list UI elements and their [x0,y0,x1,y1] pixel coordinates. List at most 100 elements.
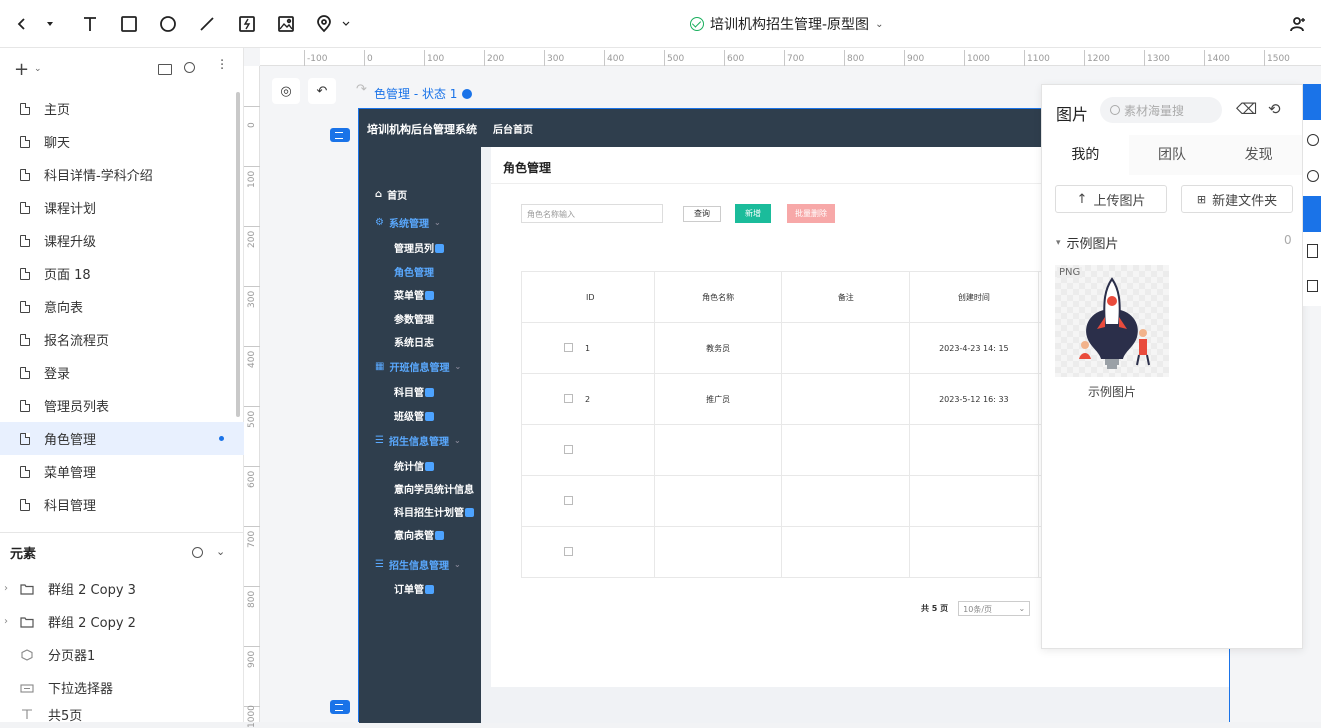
page-item-label: 管理员列表 [44,400,110,415]
add-page-chevron-icon[interactable]: ⌄ [34,64,42,74]
element-item[interactable]: 下拉选择器 [0,671,244,704]
add-button[interactable]: 新增 [735,204,771,223]
menu-subject[interactable]: 科目管 [394,384,434,399]
component-icon[interactable] [1303,124,1321,160]
menu-home[interactable]: ⌂ 首页 [375,187,407,202]
more-menu-icon[interactable]: · · · [220,55,224,76]
menu-intent-stats[interactable]: 意向学员统计信息 [394,481,474,496]
chevron-down-icon: ⌄ [454,362,462,371]
new-folder-button[interactable]: ⊞ 新建文件夹 [1181,185,1293,213]
line-tool-icon[interactable] [195,12,219,36]
page-item-active[interactable]: 角色管理 [0,422,244,455]
row-checkbox[interactable] [564,496,573,505]
menu-orders[interactable]: 订单管 [394,581,434,596]
document-title[interactable]: 培训机构招生管理-原型图 ⌄ [690,14,883,34]
image-tool-icon[interactable] [274,12,298,36]
elements-search-icon[interactable] [192,547,203,558]
tab-mine[interactable]: 我的 [1042,135,1129,175]
page-template-icon[interactable] [1303,234,1321,270]
batch-delete-button[interactable]: 批量删除 [787,204,835,223]
emoji-icon[interactable] [1303,160,1321,196]
page-item[interactable]: 登录 [0,356,244,389]
page-item[interactable]: 意向表 [0,290,244,323]
chevron-down-icon[interactable] [334,12,358,36]
dropdown-arrow-icon[interactable] [38,12,62,36]
menu-orders-label: 订单管 [394,585,424,596]
badge-icon [425,462,434,471]
pages-scrollbar[interactable] [236,92,240,417]
page-item[interactable]: 页面 18 [0,257,244,290]
page-item[interactable]: 管理员列表 [0,389,244,422]
page-item[interactable]: 课程计划 [0,191,244,224]
tab-discover[interactable]: 发现 [1215,135,1303,175]
menu-intent-table[interactable]: 意向表管 [394,527,444,542]
element-item[interactable]: › 群组 2 Copy 3 [0,572,244,605]
expand-caret-icon[interactable]: › [4,616,18,627]
element-item[interactable]: 共5页 [0,704,244,724]
menu-sys-log[interactable]: 系统日志 [394,334,434,349]
row-checkbox[interactable] [564,445,573,454]
element-item[interactable]: › 群组 2 Copy 2 [0,605,244,638]
element-item[interactable]: 分页器1 [0,638,244,671]
image-thumbnail[interactable]: PNG [1055,265,1169,377]
page-item[interactable]: 聊天 [0,125,244,158]
menu-subject-plan[interactable]: 科目招生计划管 [394,504,474,519]
menu-system[interactable]: ⚙ 系统管理 ⌄ [375,215,441,230]
app-nav-home[interactable]: 后台首页 [493,121,533,136]
menu-role-mgmt[interactable]: 角色管理 [394,264,434,279]
flash-component-icon[interactable] [235,12,259,36]
menu-class-label: 班级管 [394,412,424,423]
row-checkbox[interactable] [564,394,573,403]
tab-team[interactable]: 团队 [1128,135,1216,175]
target-icon[interactable]: ◎ [272,78,300,104]
history-icon[interactable]: ⟲ [1268,100,1281,118]
undo-icon[interactable]: ↶ [308,78,336,104]
state-label[interactable]: 色管理 - 状态 1 [374,85,473,102]
library-icon[interactable] [1303,84,1321,120]
menu-admin-list[interactable]: 管理员列 [394,240,444,255]
menu-enroll-info[interactable]: ☰ 招生信息管理 ⌄ [375,433,461,448]
back-icon[interactable] [10,12,34,36]
role-name-search-input[interactable]: 角色名称输入 [521,204,663,223]
interaction-tag-icon[interactable] [330,128,350,142]
page-item[interactable]: 报名流程页 [0,323,244,356]
ellipse-tool-icon[interactable] [156,12,180,36]
folder-sample-images[interactable]: ▾ 示例图片 [1056,233,1119,252]
menu-subject-plan-label: 科目招生计划管 [394,508,464,519]
text-tool-icon[interactable] [78,12,102,36]
ruler-label: 600 [247,470,257,488]
add-page-icon[interactable]: + [14,59,29,80]
ruler-tick [1084,50,1085,66]
upload-image-button[interactable]: ↑ 上传图片 [1055,185,1167,213]
menu-param-mgmt[interactable]: 参数管理 [394,311,434,326]
page-item[interactable]: 科目详情-学科介绍 [0,158,244,191]
add-collaborator-icon[interactable] [1286,12,1310,36]
query-button[interactable]: 查询 [683,206,721,222]
page-item[interactable]: 科目管理 [0,488,244,521]
menu-stats[interactable]: 统计信 [394,458,434,473]
image-library-icon[interactable] [1303,196,1321,232]
menu-class-info[interactable]: ▦ 开班信息管理 ⌄ [375,359,461,374]
elements-collapse-icon[interactable]: ⌄ [216,545,225,558]
row-checkbox[interactable] [564,547,573,556]
menu-class[interactable]: 班级管 [394,408,434,423]
eraser-icon[interactable]: ⌫ [1236,100,1257,118]
location-pin-icon[interactable] [312,12,336,36]
rectangle-tool-icon[interactable] [117,12,141,36]
page-item[interactable]: 主页 [0,92,244,125]
row-checkbox[interactable] [564,343,573,352]
page-item[interactable]: 课程升级 [0,224,244,257]
page-size-select[interactable]: 10条/页 ⌄ [958,601,1031,616]
menu-enroll-info-2[interactable]: ☰ 招生信息管理 ⌄ [375,557,461,572]
ruler-label: 300 [247,290,257,308]
redo-icon[interactable]: ↷ [356,82,367,97]
calendar-icon[interactable] [1303,270,1321,306]
page-item[interactable]: 菜单管理 [0,455,244,488]
search-icon[interactable] [184,62,195,73]
folder-icon[interactable] [158,64,172,75]
ruler-tick [484,50,485,66]
expand-caret-icon[interactable]: › [4,583,18,594]
image-search-input[interactable]: 素材海量搜 [1100,97,1222,123]
menu-menu-mgmt[interactable]: 菜单管 [394,287,434,302]
interaction-tag-icon[interactable] [330,700,350,714]
